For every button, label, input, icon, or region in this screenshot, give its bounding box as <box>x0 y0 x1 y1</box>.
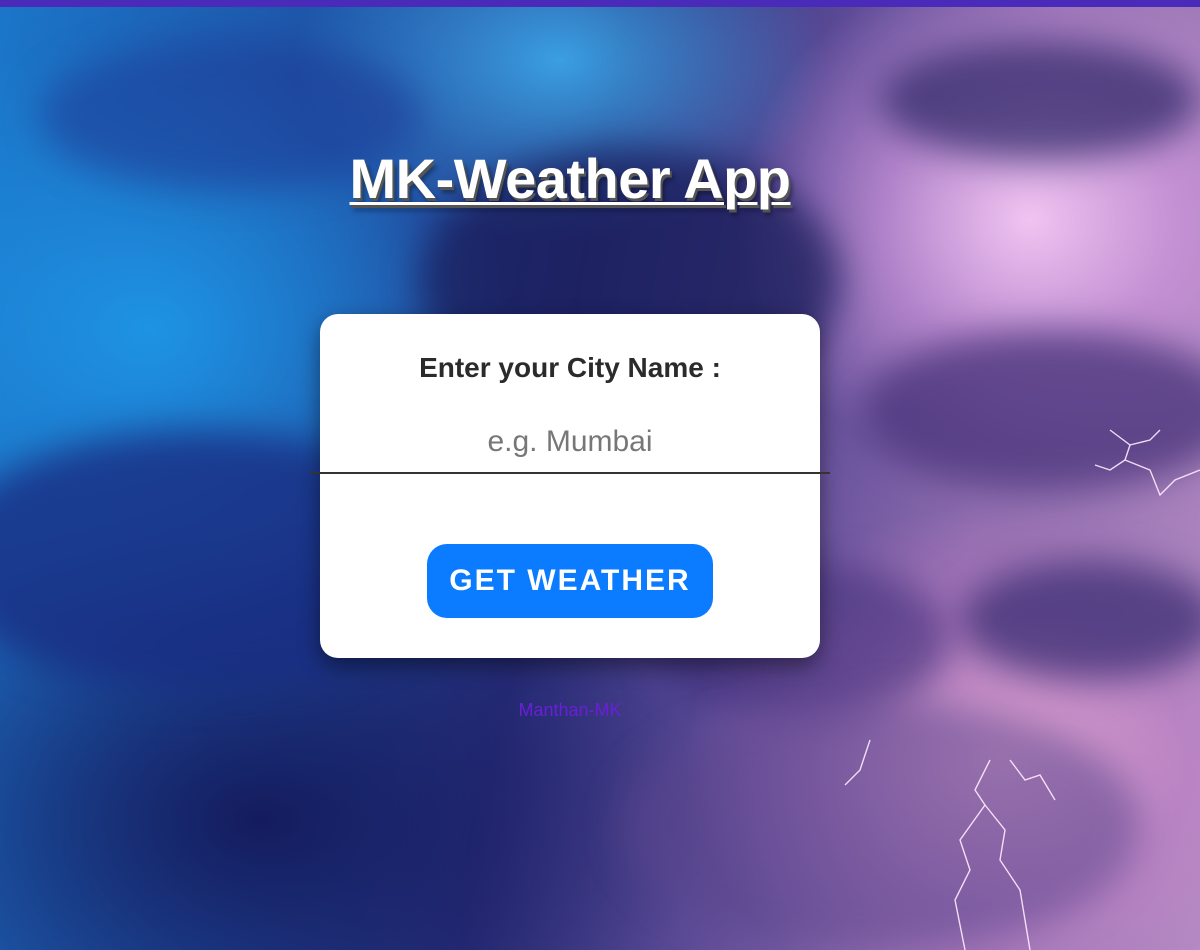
author-credit-link[interactable]: Manthan-MK <box>0 700 1140 721</box>
get-weather-button[interactable]: GET WEATHER <box>427 544 713 618</box>
city-input-label: Enter your City Name : <box>419 352 721 383</box>
city-search-input[interactable] <box>310 418 830 474</box>
page-title: MK-Weather App <box>349 147 792 210</box>
city-input-wrapper <box>310 418 830 474</box>
top-accent-bar <box>0 0 1200 7</box>
